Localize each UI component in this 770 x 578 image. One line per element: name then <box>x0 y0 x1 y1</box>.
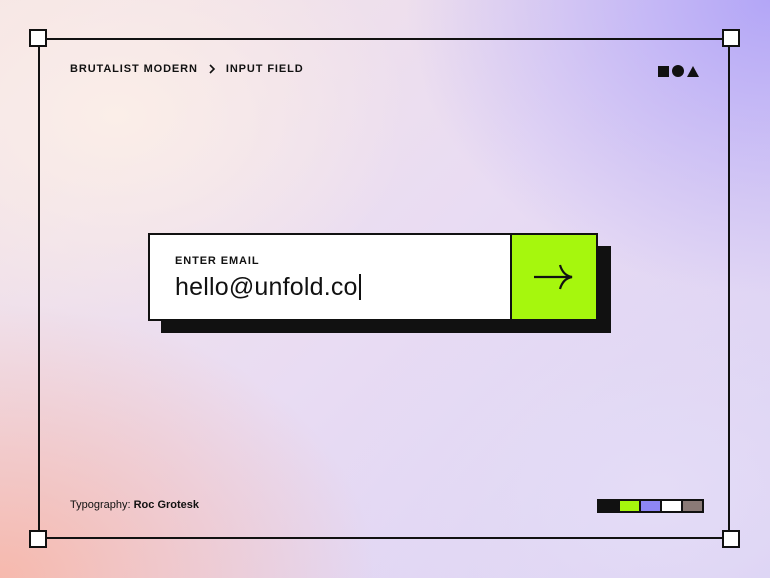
email-field-label: ENTER EMAIL <box>175 255 260 267</box>
typography-credit: Typography: Roc Grotesk <box>70 499 199 511</box>
corner-handle-bottom-left <box>29 530 47 548</box>
palette-swatch-lime <box>620 501 639 511</box>
triangle-icon <box>687 65 699 77</box>
corner-handle-top-right <box>722 29 740 47</box>
palette-swatch-taupe <box>683 501 702 511</box>
text-caret <box>358 274 361 300</box>
email-input-group: ENTER EMAIL hello@unfold.co <box>148 233 598 321</box>
chevron-right-icon <box>209 64 215 74</box>
typography-font-name: Roc Grotesk <box>133 499 200 511</box>
breadcrumb: BRUTALIST MODERN INPUT FIELD <box>70 63 304 75</box>
arrow-right-icon <box>534 264 573 290</box>
corner-handle-bottom-right <box>722 530 740 548</box>
color-palette <box>597 499 704 513</box>
palette-swatch-black <box>599 501 618 511</box>
email-field[interactable]: ENTER EMAIL hello@unfold.co <box>150 235 510 319</box>
circle-icon <box>672 65 684 77</box>
palette-swatch-purple <box>641 501 660 511</box>
palette-swatch-white <box>662 501 681 511</box>
corner-handle-top-left <box>29 29 47 47</box>
shape-icons <box>658 65 699 77</box>
email-input[interactable]: hello@unfold.co <box>175 272 361 302</box>
typography-label: Typography: <box>70 499 131 511</box>
submit-button[interactable] <box>510 235 596 319</box>
breadcrumb-section[interactable]: BRUTALIST MODERN <box>70 63 198 75</box>
email-input-value: hello@unfold.co <box>175 273 358 301</box>
breadcrumb-page: INPUT FIELD <box>225 63 304 75</box>
square-icon <box>658 65 669 77</box>
